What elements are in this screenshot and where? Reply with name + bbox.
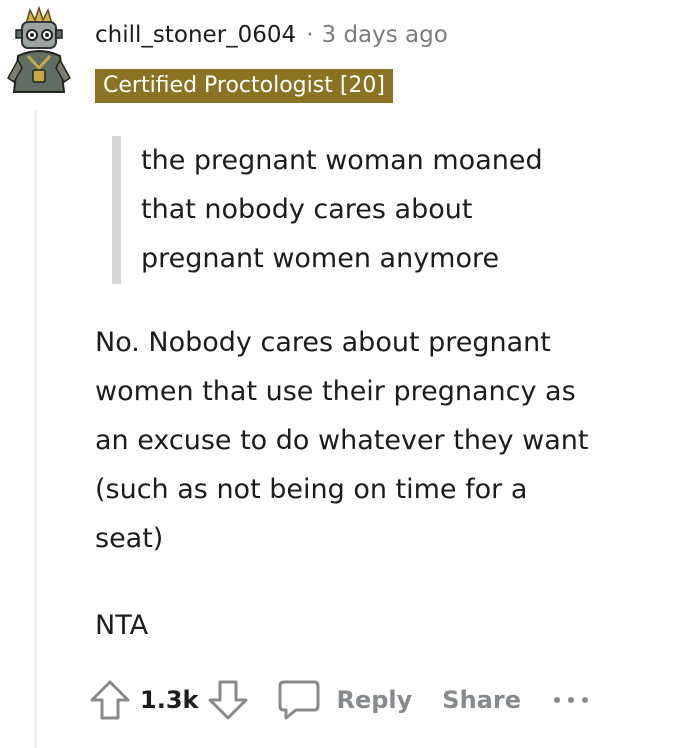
timestamp[interactable]: 3 days ago [322, 22, 448, 48]
comment-actions: 1.3k Reply Share [88, 672, 591, 728]
quote-line: the pregnant woman moaned [141, 145, 543, 176]
ellipsis-icon [553, 697, 588, 703]
quote-line: that nobody cares about [141, 194, 473, 225]
arrow-up-icon [90, 680, 130, 720]
username-link[interactable]: chill_stoner_0604 [95, 22, 296, 48]
more-options-button[interactable] [551, 690, 591, 710]
vote-count: 1.3k [140, 686, 199, 714]
comment-paragraph: No. Nobody cares about pregnant women th… [95, 318, 690, 563]
thread-collapse-line[interactable] [34, 110, 37, 748]
share-button[interactable]: Share [442, 686, 521, 714]
downvote-button[interactable] [206, 678, 250, 722]
meta-separator: · [306, 22, 314, 48]
body-line: (such as not being on time for a [95, 474, 528, 505]
comment-meta: chill_stoner_0604 · 3 days ago [95, 22, 448, 48]
comment: chill_stoner_0604 · 3 days ago Certified… [0, 0, 700, 748]
arrow-down-icon [208, 680, 248, 720]
user-flair: Certified Proctologist [20] [95, 69, 394, 103]
reply-label: Reply [336, 686, 413, 714]
body-line: No. Nobody cares about pregnant [95, 327, 551, 358]
avatar-robot-icon [7, 5, 71, 93]
quote-line: pregnant women anymore [141, 243, 500, 274]
body-line: seat) [95, 523, 164, 554]
upvote-button[interactable] [88, 678, 132, 722]
speech-bubble-icon [278, 680, 320, 720]
comment-body: No. Nobody cares about pregnant women th… [95, 318, 690, 650]
body-line: women that use their pregnancy as [95, 376, 576, 407]
body-line: an excuse to do whatever they want [95, 425, 589, 456]
user-avatar[interactable] [4, 5, 74, 94]
verdict-text: NTA [95, 610, 149, 641]
blockquote: the pregnant woman moaned that nobody ca… [112, 136, 672, 284]
reply-button[interactable]: Reply [276, 678, 412, 722]
